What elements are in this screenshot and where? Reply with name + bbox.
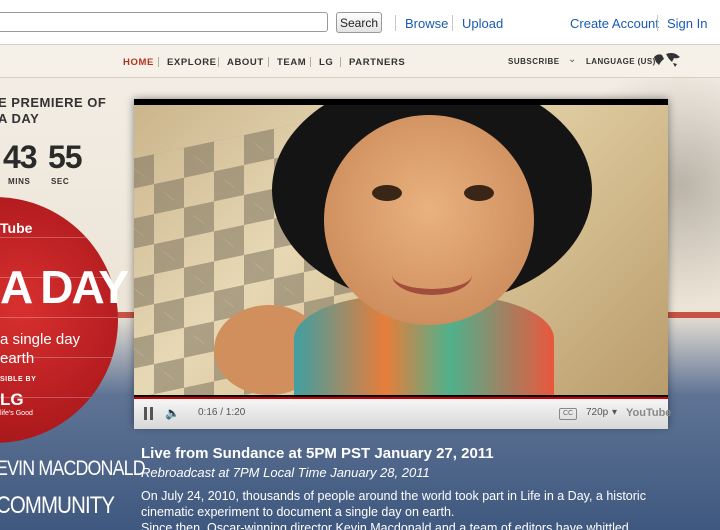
event-title: Live from Sundance at 5PM PST January 27… — [141, 445, 494, 462]
countdown-minutes: 43 — [3, 139, 38, 175]
nav-lg[interactable]: LG — [319, 57, 333, 68]
event-description-line2: cinematic experiment to document a singl… — [141, 505, 455, 519]
quality-selector[interactable]: 720p — [586, 407, 608, 418]
nav-home[interactable]: HOME — [123, 57, 154, 68]
countdown-seconds: 55 — [48, 139, 83, 175]
event-description-line3: Since then, Oscar-winning director Kevin… — [141, 521, 629, 530]
top-bar: Search Browse Upload Create Account Sign… — [0, 0, 720, 45]
event-description: On July 24, 2010, thousands of people ar… — [141, 488, 701, 530]
promo-tagline-line2: earth — [0, 350, 35, 367]
create-account-link[interactable]: Create Account — [570, 16, 659, 31]
lg-slogan: life's Good — [0, 410, 33, 417]
separator — [395, 15, 396, 31]
nav-separator — [218, 57, 219, 67]
premiere-heading: E PREMIERE OF A DAY — [0, 95, 106, 127]
event-description-line1: On July 24, 2010, thousands of people ar… — [141, 489, 646, 503]
channel-page: HOME EXPLORE ABOUT TEAM LG PARTNERS SUBS… — [0, 45, 720, 530]
rebroadcast-info: Rebroadcast at 7PM Local Time January 28… — [141, 465, 430, 480]
promo-tagline: a single day earth — [0, 330, 80, 368]
pause-icon[interactable] — [144, 407, 154, 420]
lg-logo: LG — [0, 390, 24, 409]
community-credit: COMMUNITY — [0, 492, 115, 519]
time-display: 0:16 / 1:20 — [198, 407, 246, 418]
sign-in-link[interactable]: Sign In — [667, 16, 707, 31]
player-controls: 🔈 0:16 / 1:20 CC 720p ▾ YouTube — [134, 397, 671, 429]
sponsored-by-label: SIBLE BY — [0, 376, 37, 383]
video-frame[interactable] — [134, 105, 668, 395]
volume-icon[interactable]: 🔈 — [165, 406, 180, 420]
video-eye — [464, 185, 494, 201]
youtube-logo[interactable]: YouTube — [626, 407, 671, 419]
countdown-minutes-label: MINS — [8, 177, 31, 186]
quality-chevron-icon[interactable]: ▾ — [612, 407, 617, 418]
world-map-icon[interactable] — [652, 51, 682, 69]
countdown-seconds-label: SEC — [51, 177, 70, 186]
upload-link[interactable]: Upload — [462, 16, 503, 31]
nav-team[interactable]: TEAM — [277, 57, 306, 68]
nav-separator — [158, 57, 159, 67]
premiere-heading-line1: E PREMIERE OF — [0, 95, 107, 110]
youtube-brand-text: Tube — [0, 220, 33, 236]
separator — [657, 15, 658, 31]
chevron-down-icon[interactable]: ⌄ — [568, 54, 576, 65]
nav-separator — [268, 57, 269, 67]
search-button[interactable]: Search — [336, 12, 382, 33]
captions-icon[interactable]: CC — [559, 408, 577, 420]
video-eye — [372, 185, 402, 201]
nav-separator — [340, 57, 341, 67]
video-smile — [392, 255, 472, 295]
nav-separator — [310, 57, 311, 67]
browse-link[interactable]: Browse — [405, 16, 448, 31]
language-selector[interactable]: LANGUAGE (US) — [586, 57, 656, 66]
promo-title: A DAY — [0, 261, 129, 313]
promo-tagline-line1: a single day — [0, 331, 81, 348]
search-input[interactable] — [0, 12, 328, 32]
subscribe-link[interactable]: SUBSCRIBE — [508, 57, 560, 66]
nav-partners[interactable]: PARTNERS — [349, 57, 405, 68]
separator — [452, 15, 453, 31]
nav-explore[interactable]: EXPLORE — [167, 57, 217, 68]
video-player[interactable]: 🔈 0:16 / 1:20 CC 720p ▾ YouTube — [134, 99, 671, 429]
channel-nav: HOME EXPLORE ABOUT TEAM LG PARTNERS SUBS… — [0, 45, 720, 78]
director-credit: EVIN MACDONALD — [0, 457, 146, 480]
nav-about[interactable]: ABOUT — [227, 57, 264, 68]
premiere-heading-line2: A DAY — [0, 111, 40, 126]
